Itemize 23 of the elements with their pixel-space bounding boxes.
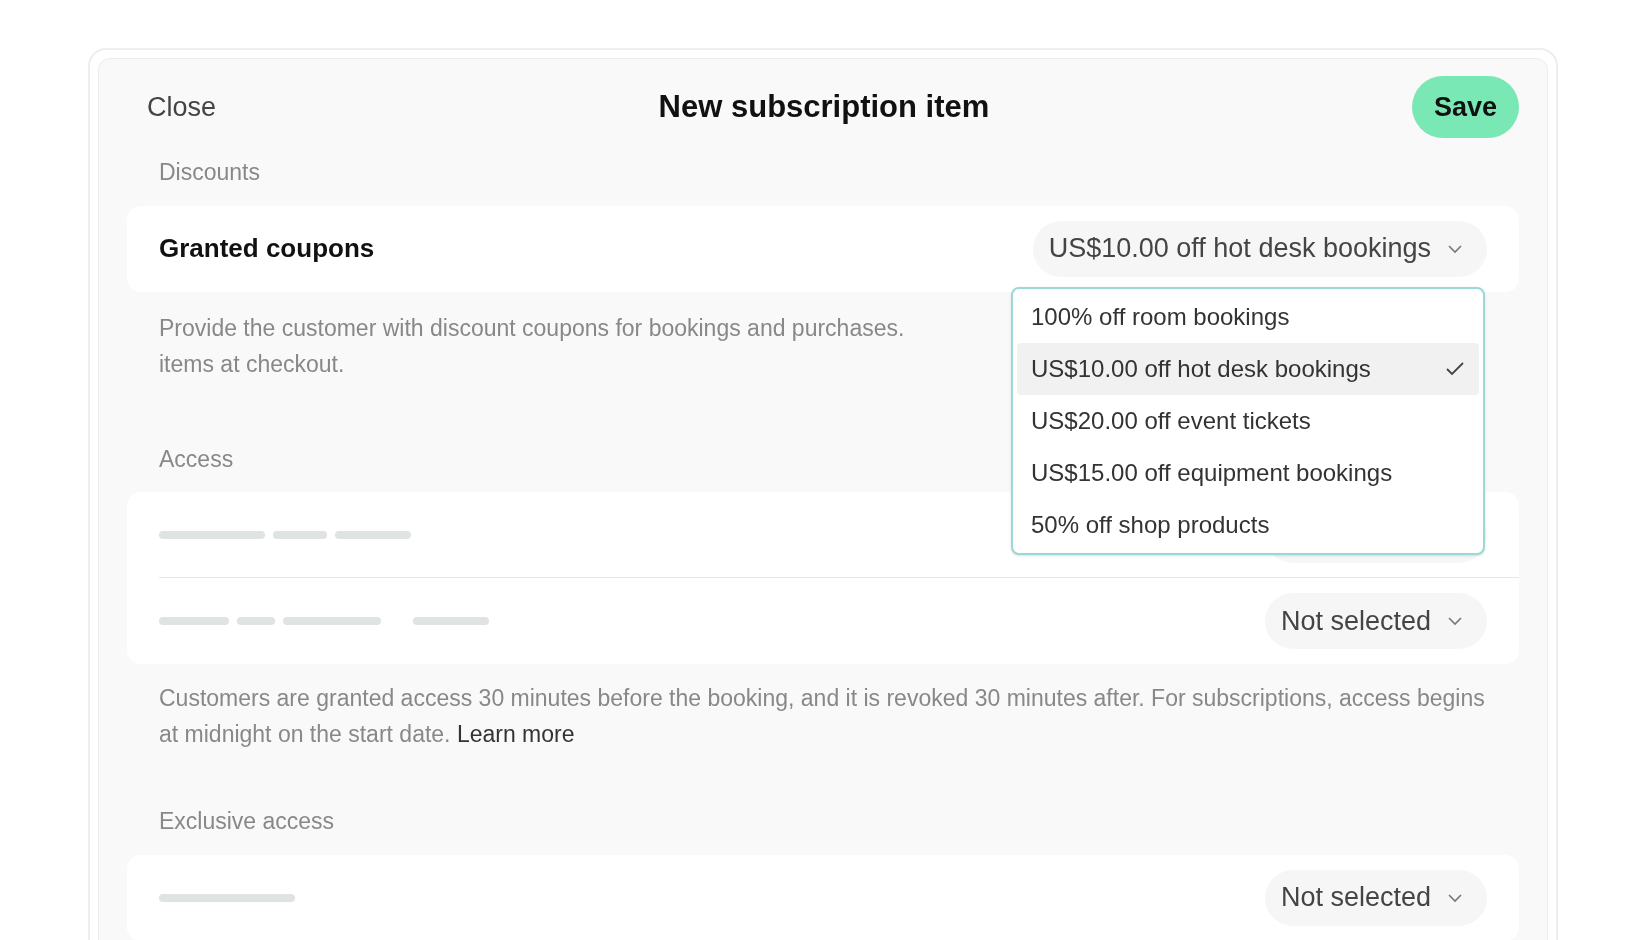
dropdown-option[interactable]: 100% off room bookings [1017, 290, 1479, 343]
dialog-title: New subscription item [658, 87, 990, 126]
dropdown-option[interactable]: 50% off shop products [1017, 498, 1479, 551]
dropdown-option[interactable]: US$10.00 off hot desk bookings [1017, 342, 1479, 395]
access-select[interactable]: Not selected [1264, 593, 1487, 649]
section-heading: Discounts [159, 158, 260, 187]
description-text: Provide the customer with discount coupons for bookings and purchases. [159, 313, 905, 343]
close-button[interactable]: Close [127, 86, 237, 128]
checkmark-icon [1445, 360, 1465, 377]
description-text: Customers are granted access 30 minutes before the booking, and it is revoked 30 minutes after. For subscriptions, access begins at midnight on the start date. Learn more [158, 684, 1486, 749]
chevron-down-icon [1447, 616, 1463, 626]
dropdown-option[interactable]: US$15.00 off equipment bookings [1017, 446, 1479, 499]
chevron-down-icon [1447, 243, 1463, 254]
dropdown-option[interactable]: US$20.00 off event tickets [1017, 394, 1479, 447]
coupon-select[interactable]: US$10.00 off hot desk bookings [1032, 220, 1487, 277]
exclusive-access-select[interactable]: Not selected [1264, 869, 1487, 926]
learn-more-link[interactable]: Learn more [456, 721, 575, 747]
save-button[interactable]: Save [1411, 76, 1519, 138]
section-heading: Exclusive access [159, 807, 335, 836]
field-label: Granted coupons [159, 232, 375, 265]
section-heading: Access [159, 444, 234, 474]
description-text: items at checkout. [159, 349, 345, 379]
chevron-down-icon [1447, 892, 1463, 903]
